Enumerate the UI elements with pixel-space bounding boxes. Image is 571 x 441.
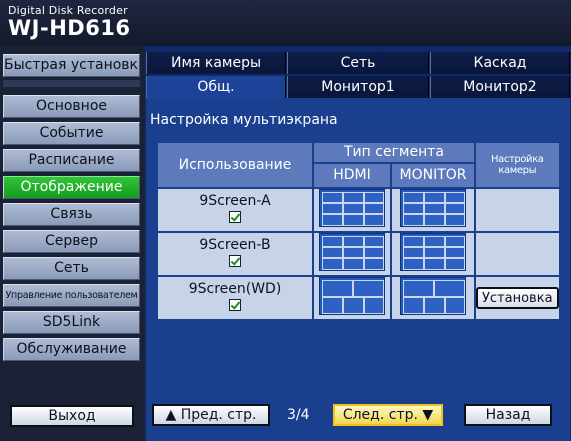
sidebar-item-comm[interactable]: Связь (3, 203, 140, 226)
app-window: Digital Disk Recorder WJ-HD616 Быстрая у… (0, 0, 571, 441)
tab-monitor1[interactable]: Монитор1 (287, 76, 429, 98)
sidebar-item-event[interactable]: Событие (3, 122, 140, 145)
header-monitor: MONITOR (390, 161, 476, 190)
row-checkbox[interactable] (229, 211, 241, 223)
wide-split-layout-icon[interactable] (319, 277, 385, 315)
sidebar-item-sd5link[interactable]: SD5Link (3, 311, 140, 334)
tab-camera-name[interactable]: Имя камеры (146, 52, 286, 74)
tab-cascade[interactable]: Каскад (430, 52, 570, 74)
tab-monitor2[interactable]: Монитор2 (430, 76, 570, 98)
grid-3x3-icon[interactable] (319, 189, 385, 227)
hdmi-layout-cell (312, 187, 392, 233)
tab-general[interactable]: Общ. (146, 76, 286, 98)
sidebar: Быстрая установка Основное Событие Распи… (0, 46, 145, 441)
camera-setup-cell (474, 231, 561, 277)
monitor-layout-cell (390, 275, 476, 321)
grid-3x3-icon[interactable] (400, 233, 466, 271)
header-hdmi: HDMI (312, 161, 392, 190)
hdmi-layout-cell (312, 275, 392, 321)
section-title: Настройка мультиэкрана (150, 112, 338, 128)
sidebar-item-maintenance[interactable]: Обслуживание (3, 338, 140, 361)
row-name: 9Screen-A (199, 193, 271, 209)
sidebar-item-display[interactable]: Отображение (3, 176, 140, 199)
tab-network[interactable]: Сеть (287, 52, 429, 74)
monitor-layout-cell (390, 231, 476, 277)
main-panel: Имя камеры Сеть Каскад Общ. Монитор1 Мон… (145, 46, 571, 441)
page-indicator: 3/4 (287, 407, 310, 423)
sidebar-item-network[interactable]: Сеть (3, 257, 140, 280)
prev-page-button[interactable]: ▲ Пред. стр. (152, 404, 270, 426)
row-name: 9Screen-B (199, 237, 271, 253)
sidebar-divider (3, 80, 140, 87)
header: Digital Disk Recorder WJ-HD616 (0, 0, 571, 46)
table-row: 9Screen-A (156, 187, 314, 233)
sidebar-item-server[interactable]: Сервер (3, 230, 140, 253)
sidebar-item-user-mgmt[interactable]: Управление пользователем (3, 284, 140, 307)
camera-setup-button[interactable]: Установка (476, 287, 559, 309)
brand-model: WJ-HD616 (8, 16, 131, 40)
header-camera-setup: Настройка камеры (474, 141, 561, 189)
camera-setup-cell: Установка (474, 275, 561, 321)
hdmi-layout-cell (312, 231, 392, 277)
monitor-layout-cell (390, 187, 476, 233)
exit-button[interactable]: Выход (10, 405, 134, 427)
header-segment-type: Тип сегмента (312, 141, 476, 164)
camera-setup-cell (474, 187, 561, 233)
row-checkbox[interactable] (229, 255, 241, 267)
wide-split-layout-icon[interactable] (400, 277, 466, 315)
row-name: 9Screen(WD) (188, 281, 282, 297)
row-checkbox[interactable] (229, 299, 241, 311)
next-page-button[interactable]: След. стр. ▼ (333, 404, 443, 426)
quick-setup-button[interactable]: Быстрая установка (3, 54, 140, 77)
table-row: 9Screen(WD) (156, 275, 314, 321)
sidebar-item-basic[interactable]: Основное (3, 95, 140, 118)
sidebar-item-schedule[interactable]: Расписание (3, 149, 140, 172)
table-row: 9Screen-B (156, 231, 314, 277)
multiscreen-table: Использование Тип сегмента Настройка кам… (156, 141, 561, 321)
grid-3x3-icon[interactable] (319, 233, 385, 271)
content-area: Настройка мультиэкрана Использование Тип… (146, 98, 570, 441)
back-button[interactable]: Назад (464, 404, 552, 426)
grid-3x3-icon[interactable] (400, 189, 466, 227)
header-usage: Использование (156, 141, 314, 189)
